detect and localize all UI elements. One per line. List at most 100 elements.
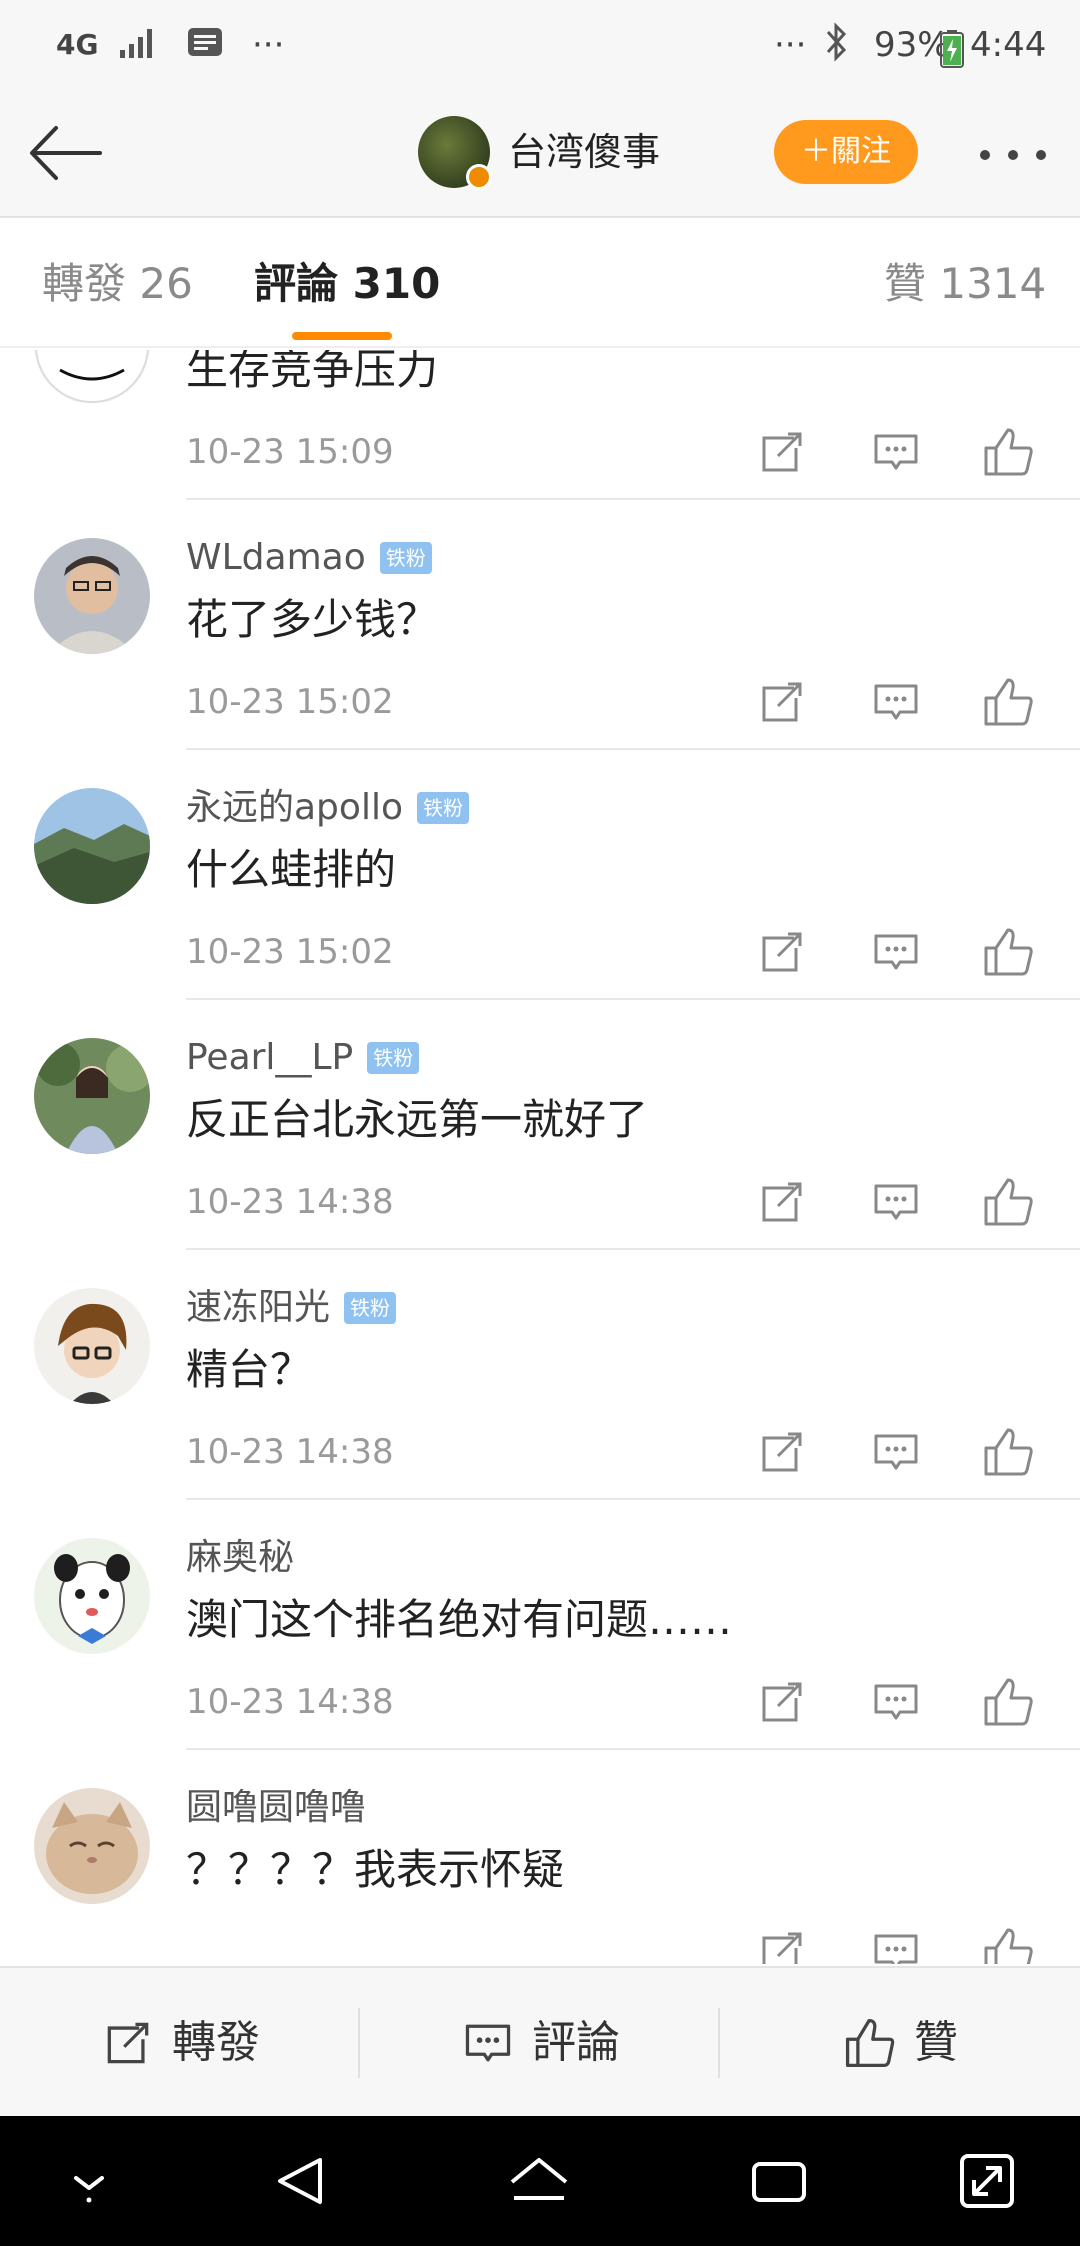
- comment-timestamp: 10-23 15:02: [186, 932, 394, 972]
- comment-author-row: 圆噜圆噜噜: [186, 1784, 366, 1832]
- comment-author[interactable]: WLdamao: [186, 534, 366, 582]
- comment-reply-button[interactable]: [866, 1422, 926, 1482]
- like-button[interactable]: 贊: [720, 1968, 1080, 2118]
- tab-reposts[interactable]: 轉發 26: [42, 256, 193, 312]
- verified-badge-icon: [466, 164, 492, 190]
- comment-repost-button[interactable]: [752, 1422, 812, 1482]
- avatar[interactable]: [34, 788, 150, 904]
- comment-item: WLdamao 铁粉 花了多少钱？ 10-23 15:02: [0, 500, 1080, 750]
- avatar[interactable]: [34, 1538, 150, 1654]
- share-icon: [762, 432, 802, 472]
- comment-reply-button[interactable]: [866, 922, 926, 982]
- comment-author[interactable]: 圆噜圆噜噜: [186, 1784, 366, 1832]
- home-icon: [510, 2158, 568, 2200]
- comment-reply-button[interactable]: [866, 672, 926, 732]
- more-dot-icon: [1036, 150, 1046, 160]
- comment-repost-button[interactable]: [752, 1922, 812, 1964]
- signal-icon: [118, 26, 158, 72]
- back-nav-button[interactable]: [266, 2146, 336, 2216]
- more-notifications-icon: ···: [252, 25, 285, 65]
- comment-timestamp: 10-23 14:38: [186, 1182, 394, 1222]
- comment-timestamp: 10-23 15:02: [186, 682, 394, 722]
- comment-text: 反正台北永远第一就好了: [186, 1095, 649, 1144]
- comment-text: 澳门这个排名绝对有问题……: [186, 1595, 733, 1644]
- comment-icon: [874, 434, 918, 470]
- rotate-button[interactable]: [952, 2146, 1022, 2216]
- status-bar: 4G ··· ··· 93% 4:44: [0, 0, 1080, 90]
- fan-badge[interactable]: 铁粉: [344, 1292, 397, 1324]
- comment-icon: [465, 2024, 511, 2062]
- comment-like-button[interactable]: [978, 1672, 1038, 1732]
- comment-icon: [874, 684, 918, 720]
- comment-author-row: WLdamao 铁粉: [186, 534, 432, 582]
- comment-reply-button[interactable]: [866, 1922, 926, 1964]
- comment-author[interactable]: 速冻阳光: [186, 1284, 330, 1332]
- comment-reply-button[interactable]: [866, 422, 926, 482]
- share-icon: [762, 1182, 802, 1222]
- fan-badge[interactable]: 铁粉: [416, 792, 469, 824]
- comment-reply-button[interactable]: [866, 1672, 926, 1732]
- thumbs-up-icon: [984, 1428, 1033, 1476]
- recent-apps-button[interactable]: [744, 2146, 814, 2216]
- avatar[interactable]: [34, 538, 150, 654]
- comment-repost-button[interactable]: [752, 422, 812, 482]
- fan-badge[interactable]: 铁粉: [367, 1042, 420, 1074]
- comment-author-row: 速冻阳光 铁粉: [186, 1284, 397, 1332]
- expand-icon: [960, 2154, 1014, 2208]
- comment-author[interactable]: 麻奥秘: [186, 1534, 294, 1582]
- comment-text: 精台？: [186, 1345, 313, 1394]
- comment-list[interactable]: 生存竞争压力 10-23 15:09 WLdamao 铁粉 花了多少钱？ 10-…: [0, 350, 1080, 1964]
- back-button[interactable]: [26, 118, 106, 188]
- comment-like-button[interactable]: [978, 422, 1038, 482]
- comment-author[interactable]: 永远的apollo: [186, 784, 403, 832]
- account-name[interactable]: 台湾傻事: [508, 126, 660, 178]
- message-icon: [186, 26, 224, 72]
- home-button[interactable]: [504, 2146, 574, 2216]
- comment-icon: [874, 1434, 918, 1470]
- top-navigation-bar: 台湾傻事 ＋關注: [0, 90, 1080, 218]
- comment-author[interactable]: Pearl__LP: [186, 1034, 353, 1082]
- more-options-button[interactable]: [976, 134, 1052, 174]
- follow-button[interactable]: ＋關注: [774, 120, 918, 184]
- comment-reply-button[interactable]: [866, 1172, 926, 1232]
- comment-label: 評論: [532, 2017, 620, 2068]
- thumbs-up-icon: [984, 928, 1033, 976]
- comment-like-button[interactable]: [978, 922, 1038, 982]
- comment-repost-button[interactable]: [752, 672, 812, 732]
- comment-timestamp: 10-23 15:09: [186, 432, 394, 472]
- comment-item: 生存竞争压力 10-23 15:09: [0, 350, 1080, 500]
- comment-like-button[interactable]: [978, 1172, 1038, 1232]
- comment-repost-button[interactable]: [752, 922, 812, 982]
- back-triangle-icon: [278, 2158, 322, 2204]
- avatar[interactable]: [34, 1038, 150, 1154]
- comment-repost-button[interactable]: [752, 1172, 812, 1232]
- share-icon: [762, 1932, 802, 1964]
- share-icon: [762, 1682, 802, 1722]
- tab-likes[interactable]: 贊 1314: [884, 256, 1046, 312]
- tab-bar: 轉發 26 評論 310 贊 1314: [0, 220, 1080, 348]
- comment-button[interactable]: 評論: [360, 1968, 720, 2118]
- comment-item: 麻奥秘 澳门这个排名绝对有问题…… 10-23 14:38: [0, 1500, 1080, 1750]
- comment-text: 花了多少钱？: [186, 595, 439, 644]
- repost-label: 轉發: [172, 2017, 260, 2068]
- hide-keyboard-button[interactable]: [54, 2146, 124, 2216]
- repost-button[interactable]: 轉發: [0, 1968, 360, 2118]
- bottom-action-bar: 轉發 評論 贊: [0, 1966, 1080, 2116]
- comment-item: 永远的apollo 铁粉 什么蛙排的 10-23 15:02: [0, 750, 1080, 1000]
- comment-icon: [874, 934, 918, 970]
- battery-percentage: 93%: [874, 25, 950, 65]
- tab-comments[interactable]: 評論 310: [254, 256, 440, 312]
- avatar[interactable]: [34, 1288, 150, 1404]
- avatar[interactable]: [34, 1788, 150, 1904]
- active-tab-indicator: [292, 332, 392, 340]
- comment-author-row: 永远的apollo 铁粉: [186, 784, 469, 832]
- comment-like-button[interactable]: [978, 672, 1038, 732]
- thumbs-up-icon: [984, 1178, 1033, 1226]
- comment-icon: [874, 1934, 918, 1964]
- avatar[interactable]: [34, 350, 150, 404]
- comment-repost-button[interactable]: [752, 1672, 812, 1732]
- fan-badge[interactable]: 铁粉: [379, 542, 432, 574]
- comment-like-button[interactable]: [978, 1922, 1038, 1964]
- comment-like-button[interactable]: [978, 1422, 1038, 1482]
- system-navigation-bar: [0, 2116, 1080, 2246]
